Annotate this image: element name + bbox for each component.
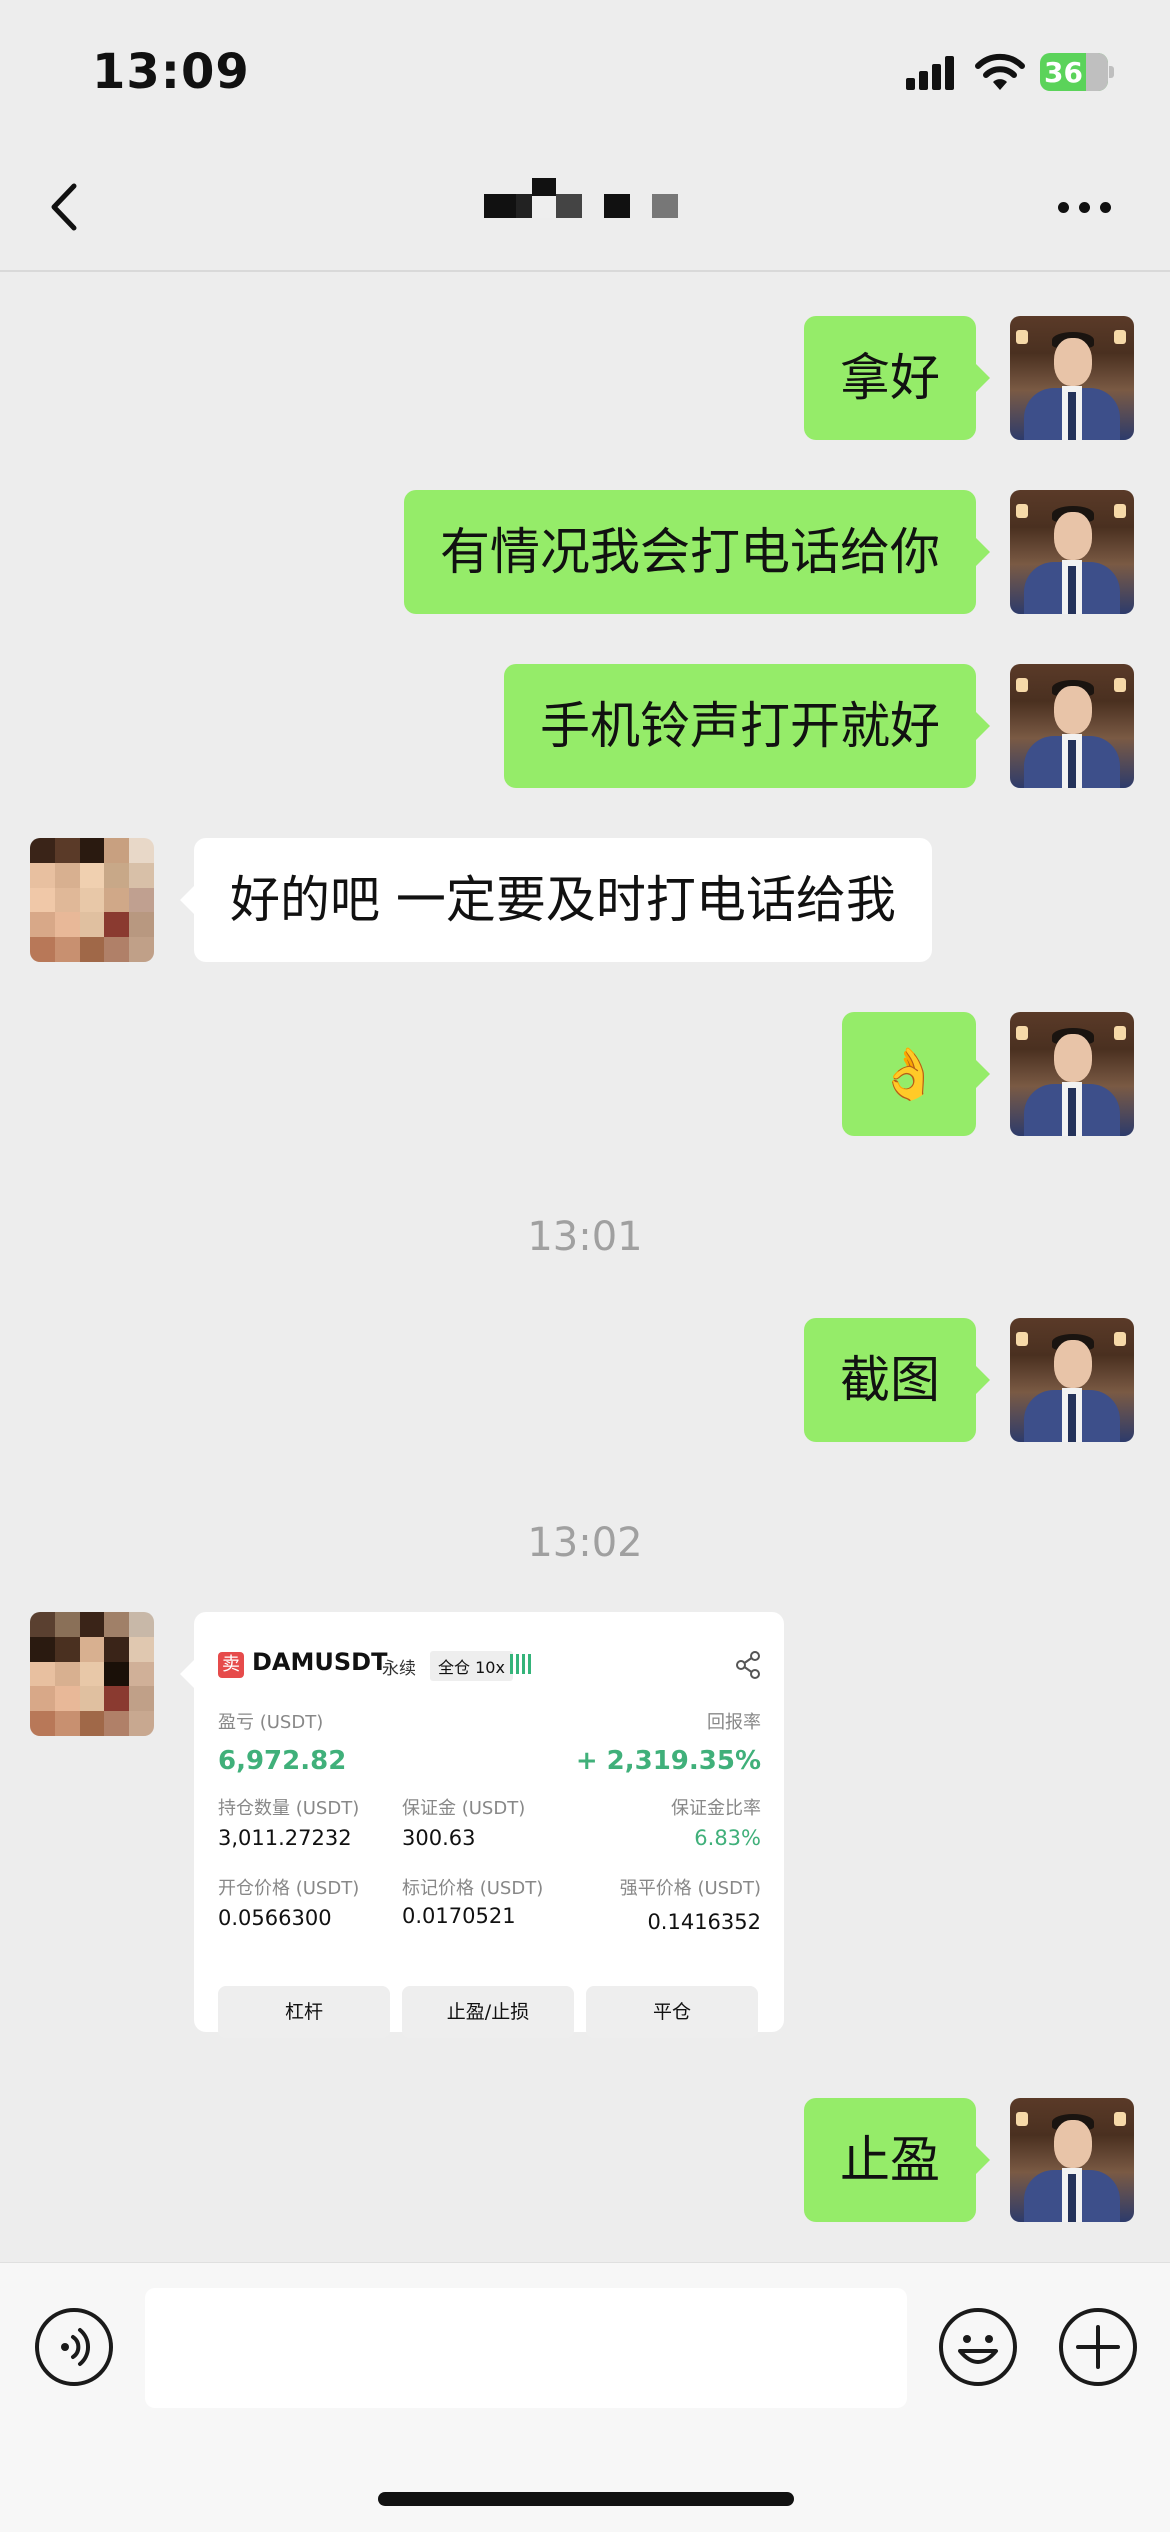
status-time: 13:09 [92,44,250,100]
home-indicator[interactable] [378,2492,794,2506]
sell-badge: 卖 [218,1652,244,1678]
entry-price-label: 开仓价格 (USDT) [218,1878,360,1899]
signal-bars-icon [510,1654,532,1674]
contact-name-obscured [484,172,684,232]
trade-symbol: DAMUSDT [252,1648,388,1676]
my-avatar[interactable] [1010,490,1134,614]
back-arrow-icon[interactable] [40,172,90,242]
status-bar: 13:09 36 [0,0,1170,140]
message-bubble-sent[interactable]: 止盈 [804,2098,990,2222]
mark-price-value: 0.0170521 [402,1904,516,1928]
leverage-button[interactable]: 杠杆 [218,1986,390,2038]
position-size-value: 3,011.27232 [218,1826,352,1850]
margin-ratio-label: 保证金比率 [671,1798,761,1819]
chat-timestamp: 13:02 [527,1520,643,1566]
mark-price-label: 标记价格 (USDT) [402,1878,544,1899]
take-profit-stop-loss-button[interactable]: 止盈/止损 [402,1986,574,2038]
entry-price-value: 0.0566300 [218,1906,332,1930]
message-bubble-received[interactable]: 好的吧 一定要及时打电话给我 [180,838,932,962]
liquidation-price-value: 0.1416352 [647,1910,761,1934]
margin-value: 300.63 [402,1826,476,1850]
liquidation-price-label: 强平价格 (USDT) [619,1878,761,1899]
chat-timestamp: 13:01 [527,1214,643,1260]
my-avatar[interactable] [1010,664,1134,788]
close-position-button[interactable]: 平仓 [586,1986,758,2038]
roe-value: + 2,319.35% [575,1746,761,1776]
contact-avatar-pixelated[interactable] [30,838,154,962]
card-header: 卖 DAMUSDT 永续 全仓 10x [218,1646,761,1686]
margin-label: 保证金 (USDT) [402,1798,526,1819]
margin-mode-tag: 全仓 10x [430,1651,513,1681]
my-avatar[interactable] [1010,2098,1134,2222]
my-avatar[interactable] [1010,1012,1134,1136]
message-text-input[interactable] [145,2288,907,2408]
my-avatar[interactable] [1010,316,1134,440]
cellular-signal-icon [906,56,954,90]
margin-ratio-value: 6.83% [694,1826,761,1850]
contact-avatar-pixelated[interactable] [30,1612,154,1736]
more-options-icon[interactable] [1050,192,1120,222]
message-bubble-sent[interactable]: 手机铃声打开就好 [504,664,990,788]
message-bubble-sent[interactable]: 👌 [841,1012,991,1136]
share-icon[interactable] [735,1650,761,1680]
position-size-label: 持仓数量 (USDT) [218,1798,360,1819]
chat-header [0,140,1170,272]
my-avatar[interactable] [1010,1318,1134,1442]
message-bubble-sent[interactable]: 截图 [804,1318,990,1442]
pnl-value: 6,972.82 [218,1746,347,1776]
contract-type: 永续 [382,1659,416,1679]
emoji-icon[interactable] [938,2307,1018,2387]
trade-position-card[interactable]: 卖 DAMUSDT 永续 全仓 10x 盈亏 (USDT) 回报率 6,972.… [180,1612,784,2038]
message-bubble-sent[interactable]: 有情况我会打电话给你 [404,490,990,614]
message-bubble-sent[interactable]: 拿好 [804,316,990,440]
voice-input-icon[interactable] [34,2307,114,2387]
wifi-icon [975,53,1025,90]
battery-level: 36 [1044,56,1083,89]
battery-icon: 36 [1040,53,1114,91]
pnl-label: 盈亏 (USDT) [218,1712,324,1733]
roe-label: 回报率 [707,1712,761,1733]
add-plus-icon[interactable] [1058,2307,1138,2387]
